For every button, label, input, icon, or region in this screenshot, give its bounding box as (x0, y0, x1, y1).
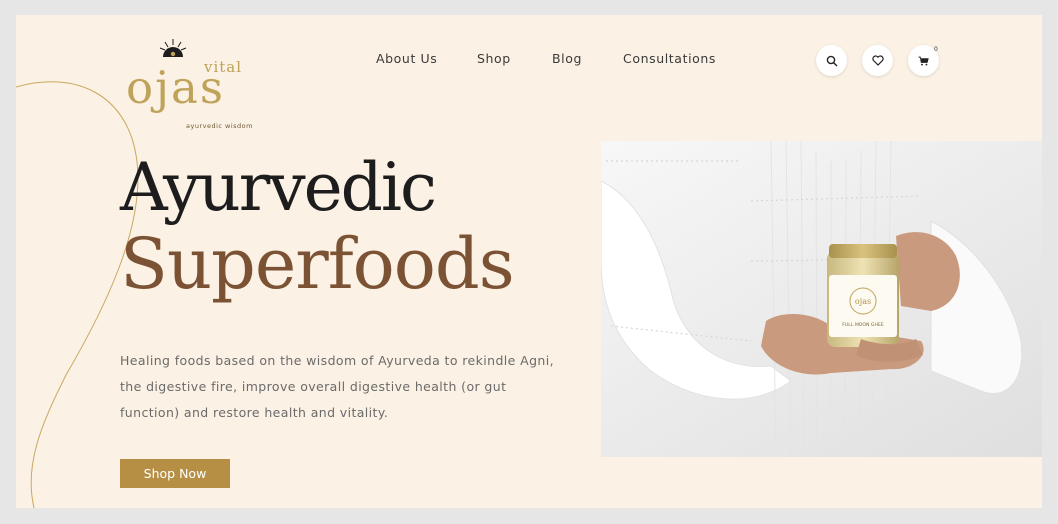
jar-label-text: FULL MOON GHEE (842, 322, 884, 328)
brand-logo[interactable]: vital ojas ayurvedic wisdom (120, 27, 270, 137)
heart-icon (871, 55, 884, 66)
wishlist-button[interactable] (862, 45, 893, 76)
nav-item-consultations[interactable]: Consultations (623, 51, 716, 66)
nav-item-shop[interactable]: Shop (477, 51, 511, 66)
hero-page: vital ojas ayurvedic wisdom About Us Sho… (16, 15, 1042, 508)
search-icon (826, 55, 837, 66)
logo-wordmark: ojas (126, 61, 225, 114)
nav-item-blog[interactable]: Blog (552, 51, 582, 66)
jar-brand-text: ojas (855, 297, 871, 306)
headline-line-1: Ayurvedic (120, 149, 437, 226)
cart-count-badge: 0 (934, 46, 938, 53)
logo-tagline: ayurvedic wisdom (186, 122, 253, 130)
headline-line-2: Superfoods (120, 223, 515, 305)
hero-description: Healing foods based on the wisdom of Ayu… (120, 353, 554, 420)
search-button[interactable] (816, 45, 847, 76)
cart-icon (918, 56, 929, 65)
nav-item-about-us[interactable]: About Us (376, 51, 437, 66)
hero-headline: Ayurvedic Superfoods (120, 149, 515, 305)
product-photo: ojas FULL MOON GHEE (601, 141, 1042, 457)
shop-now-button[interactable]: Shop Now (120, 459, 230, 488)
product-illustration: ojas FULL MOON GHEE (601, 141, 1042, 457)
